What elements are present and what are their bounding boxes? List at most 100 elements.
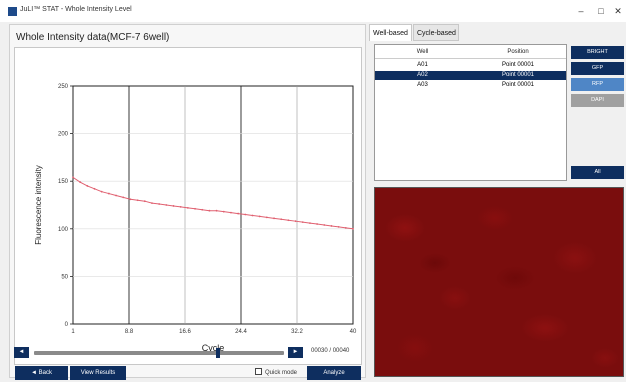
data-point xyxy=(79,181,82,184)
data-point xyxy=(107,192,110,195)
data-point xyxy=(337,225,340,228)
current-cycle: 00030 xyxy=(311,348,328,354)
y-tick-label: 50 xyxy=(61,274,68,280)
intensity-chart: 1 8.8 16.6 24.4 32.2 40 0 50 100 150 200 250 Cycle Fl… xyxy=(14,47,362,365)
plot-frame xyxy=(72,85,354,325)
table-row[interactable]: A03 Point 00001 xyxy=(375,81,566,90)
chart-svg: 1 8.8 16.6 24.4 32.2 40050100150200250CycleFl… xyxy=(34,84,357,353)
column-header-position[interactable]: Position xyxy=(470,45,566,59)
data-point xyxy=(93,187,96,190)
x-tick-label: 40 xyxy=(350,329,357,335)
quick-mode-checkbox[interactable]: Quick mode xyxy=(255,368,297,376)
x-tick-label: 24.4 xyxy=(235,329,247,335)
data-point xyxy=(100,190,103,193)
data-point xyxy=(115,194,117,197)
data-point xyxy=(251,214,254,217)
data-point xyxy=(122,196,125,199)
cycle-readout: 00030 / 00040 xyxy=(311,348,349,354)
data-point xyxy=(294,220,297,223)
close-button[interactable]: ✕ xyxy=(611,4,625,18)
maximize-button[interactable]: □ xyxy=(594,4,608,18)
checkbox-icon[interactable] xyxy=(255,368,262,375)
data-point xyxy=(323,224,326,226)
total-cycles: 00040 xyxy=(332,348,350,354)
data-point xyxy=(194,207,196,210)
data-point xyxy=(352,227,354,230)
y-axis-label: Fluorescence intensity xyxy=(34,165,43,245)
well-cell: A02 xyxy=(417,72,428,78)
data-point xyxy=(186,206,189,209)
data-point xyxy=(309,222,311,224)
panel-title: Whole Intensity data(MCF-7 6well) xyxy=(16,32,170,43)
cycle-navigator: ◄ ► 00030 / 00040 xyxy=(9,347,366,361)
x-tick-label: 16.6 xyxy=(179,329,191,335)
tab-cycle-based[interactable]: Cycle-based xyxy=(413,24,459,41)
data-point xyxy=(72,176,74,179)
data-point xyxy=(86,185,89,187)
data-point xyxy=(179,206,182,208)
data-point xyxy=(301,221,304,224)
cycle-slider[interactable] xyxy=(34,348,284,358)
y-tick-label: 200 xyxy=(58,132,69,138)
fluorescence-image xyxy=(374,187,624,377)
cycle-slider-thumb[interactable] xyxy=(216,348,221,358)
tab-well-based[interactable]: Well-based xyxy=(369,24,412,41)
data-point xyxy=(265,216,268,219)
data-point xyxy=(230,211,232,214)
back-button[interactable]: ◄ Back xyxy=(15,366,68,380)
cycle-separator: / xyxy=(329,348,332,354)
data-point xyxy=(151,202,153,204)
action-bar: ◄ Back View Results Quick mode Analyze xyxy=(15,366,365,380)
next-cycle-button[interactable]: ► xyxy=(288,347,303,358)
series-line xyxy=(72,176,354,230)
intensity-panel: Whole Intensity data(MCF-7 6well) 1 8.8 16… xyxy=(9,24,366,378)
table-row[interactable]: A01 Point 00001 xyxy=(375,61,566,70)
data-point xyxy=(158,203,161,205)
minimize-button[interactable]: – xyxy=(574,4,588,18)
dapi-channel-button[interactable]: DAPI xyxy=(571,94,624,107)
data-point xyxy=(330,225,333,227)
well-table: Well Position A01 Point 00001 A02 Point … xyxy=(374,44,567,181)
x-tick-label: 8.8 xyxy=(125,329,134,335)
column-header-well[interactable]: Well xyxy=(375,45,470,59)
app-logo-icon xyxy=(8,7,17,16)
data-point xyxy=(172,205,175,207)
y-tick-label: 100 xyxy=(58,227,69,233)
data-point xyxy=(136,199,139,202)
position-cell: Point 00001 xyxy=(501,72,535,78)
data-point xyxy=(129,198,132,201)
all-channels-button[interactable]: All xyxy=(571,166,624,179)
x-tick-label: 1 xyxy=(71,329,75,335)
data-point xyxy=(258,215,261,218)
data-point xyxy=(344,226,347,229)
prev-cycle-button[interactable]: ◄ xyxy=(14,347,29,358)
bright-channel-button[interactable]: BRIGHT xyxy=(571,46,624,59)
analyze-button[interactable]: Analyze xyxy=(307,366,361,380)
well-cell: A03 xyxy=(417,82,428,88)
data-point xyxy=(165,204,168,206)
position-cell: Point 00001 xyxy=(501,62,535,68)
well-cell: A01 xyxy=(417,62,428,68)
y-tick-label: 0 xyxy=(65,322,69,328)
data-point xyxy=(208,209,211,212)
data-point xyxy=(316,223,319,225)
y-tick-label: 250 xyxy=(58,84,69,90)
data-point xyxy=(215,209,218,212)
title-bar: JuLI™ STAT - Whole Intensity Level – □ ✕ xyxy=(0,0,626,22)
view-results-button[interactable]: View Results xyxy=(70,366,126,380)
gfp-channel-button[interactable]: GFP xyxy=(571,62,624,75)
data-point xyxy=(273,217,275,220)
quick-mode-label: Quick mode xyxy=(265,370,298,376)
data-point xyxy=(222,210,225,213)
y-tick-label: 150 xyxy=(58,179,69,185)
app-window: JuLI™ STAT - Whole Intensity Level – □ ✕… xyxy=(0,0,626,382)
data-point xyxy=(201,208,204,211)
rfp-channel-button[interactable]: RFP xyxy=(571,78,624,91)
data-point xyxy=(237,212,240,215)
x-tick-label: 32.2 xyxy=(291,329,303,335)
data-point xyxy=(287,219,290,222)
data-point xyxy=(143,200,146,203)
data-point xyxy=(244,213,247,216)
position-cell: Point 00001 xyxy=(501,82,535,88)
table-row-selected[interactable]: A02 Point 00001 xyxy=(375,71,566,80)
